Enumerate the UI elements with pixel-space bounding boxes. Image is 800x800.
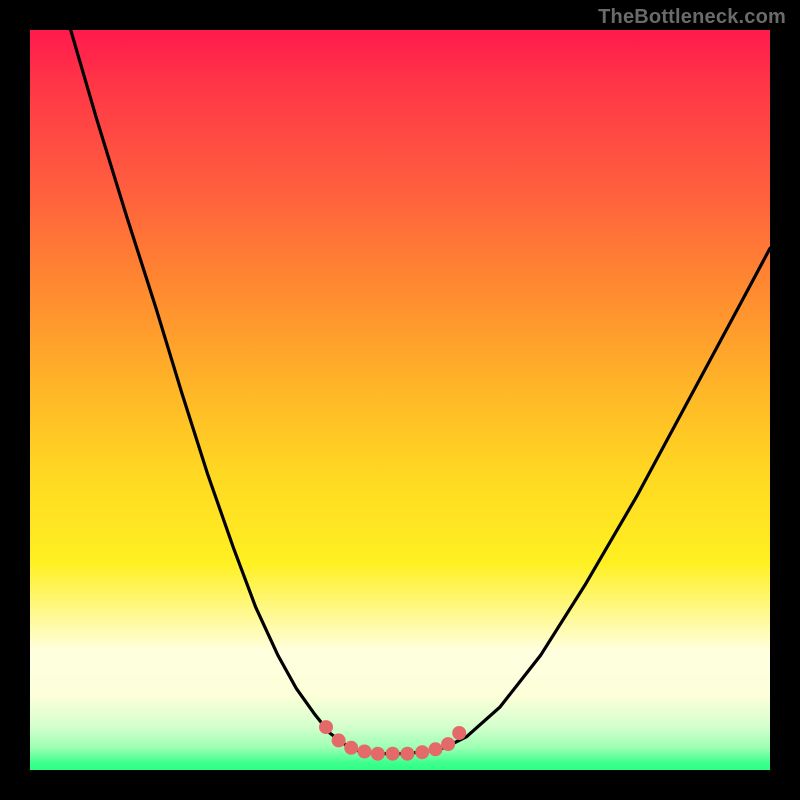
trough-marker [358,745,372,759]
plot-area [30,30,770,770]
trough-markers [319,720,466,761]
curve-layer [30,30,770,770]
trough-marker [452,726,466,740]
trough-marker [386,747,400,761]
trough-marker [371,747,385,761]
bottleneck-curve [71,30,770,754]
trough-marker [441,737,455,751]
trough-marker [415,745,429,759]
trough-marker [344,741,358,755]
chart-frame: TheBottleneck.com [0,0,800,800]
trough-marker [429,742,443,756]
watermark-text: TheBottleneck.com [598,6,786,29]
trough-marker [332,733,346,747]
trough-marker [319,720,333,734]
trough-marker [400,747,414,761]
